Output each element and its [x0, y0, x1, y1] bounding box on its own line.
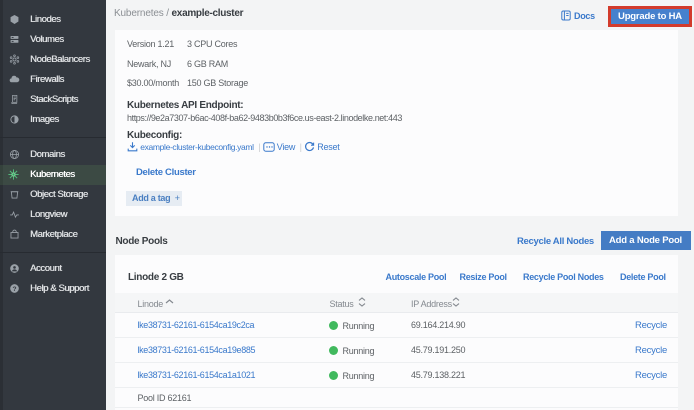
svg-text:?: ?: [12, 286, 16, 293]
